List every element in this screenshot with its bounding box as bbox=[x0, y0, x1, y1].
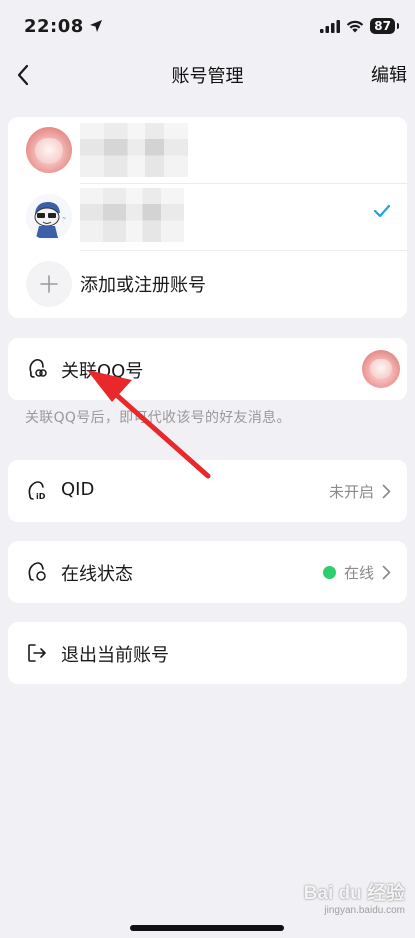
status-time: 22:08 bbox=[24, 16, 103, 37]
svg-text:iD: iD bbox=[36, 492, 46, 501]
accounts-card: ~ 添加或注册账号 bbox=[8, 117, 407, 318]
chevron-right-icon bbox=[382, 484, 391, 499]
online-status-value: 在线 bbox=[343, 564, 374, 582]
logout-label: 退出当前账号 bbox=[61, 645, 169, 666]
link-qq-row[interactable]: 关联QQ号 bbox=[8, 338, 407, 400]
linked-penguin-icon bbox=[24, 356, 50, 382]
edit-button[interactable]: 编辑 bbox=[371, 61, 407, 87]
linked-account-avatar bbox=[362, 350, 400, 388]
online-status-label: 在线状态 bbox=[61, 564, 133, 585]
cellular-signal-icon bbox=[320, 19, 341, 33]
status-indicators: 87 bbox=[320, 18, 399, 34]
online-status-icon bbox=[24, 559, 50, 585]
back-button[interactable] bbox=[8, 60, 38, 90]
chevron-left-icon bbox=[17, 64, 29, 86]
avatar bbox=[26, 127, 72, 173]
qid-value: 未开启 bbox=[328, 483, 374, 501]
qid-row[interactable]: iD QID 未开启 bbox=[8, 460, 407, 522]
logout-row[interactable]: 退出当前账号 bbox=[8, 622, 407, 684]
account-item-current[interactable]: ~ bbox=[8, 184, 407, 250]
online-status-value-group: 在线 bbox=[322, 562, 391, 583]
blurred-account-name bbox=[80, 123, 188, 177]
navigation-bar: 账号管理 编辑 bbox=[0, 52, 415, 98]
location-arrow-icon bbox=[89, 20, 102, 32]
clock-text: 22:08 bbox=[24, 15, 84, 37]
online-dot bbox=[322, 566, 336, 579]
qid-label: QID bbox=[61, 479, 95, 500]
blurred-account-name bbox=[80, 188, 184, 242]
watermark-logo: Bai du 经验 bbox=[303, 883, 405, 904]
chevron-right-icon bbox=[382, 565, 391, 580]
plus-icon-circle bbox=[26, 261, 72, 307]
watermark-url: jingyan.baidu.com bbox=[324, 905, 405, 916]
qid-status: 未开启 bbox=[329, 481, 391, 502]
link-qq-hint: 关联QQ号后，即可代收该号的好友消息。 bbox=[25, 410, 291, 426]
home-indicator[interactable] bbox=[130, 925, 284, 931]
checkmark-icon bbox=[373, 204, 391, 218]
qid-icon: iD bbox=[24, 478, 50, 504]
online-status-row[interactable]: 在线状态 在线 bbox=[8, 541, 407, 603]
battery-indicator: 87 bbox=[370, 18, 399, 34]
wifi-icon bbox=[347, 20, 364, 32]
avatar: ~ bbox=[26, 194, 72, 240]
page-title: 账号管理 bbox=[171, 66, 244, 87]
svg-text:~: ~ bbox=[62, 216, 66, 222]
plus-icon bbox=[40, 275, 58, 293]
add-account-button[interactable]: 添加或注册账号 bbox=[8, 251, 407, 317]
status-bar: 22:08 87 bbox=[0, 0, 415, 52]
add-account-label: 添加或注册账号 bbox=[80, 275, 206, 296]
account-item[interactable] bbox=[8, 117, 407, 183]
logout-icon bbox=[24, 640, 50, 666]
link-qq-label: 关联QQ号 bbox=[61, 361, 144, 382]
